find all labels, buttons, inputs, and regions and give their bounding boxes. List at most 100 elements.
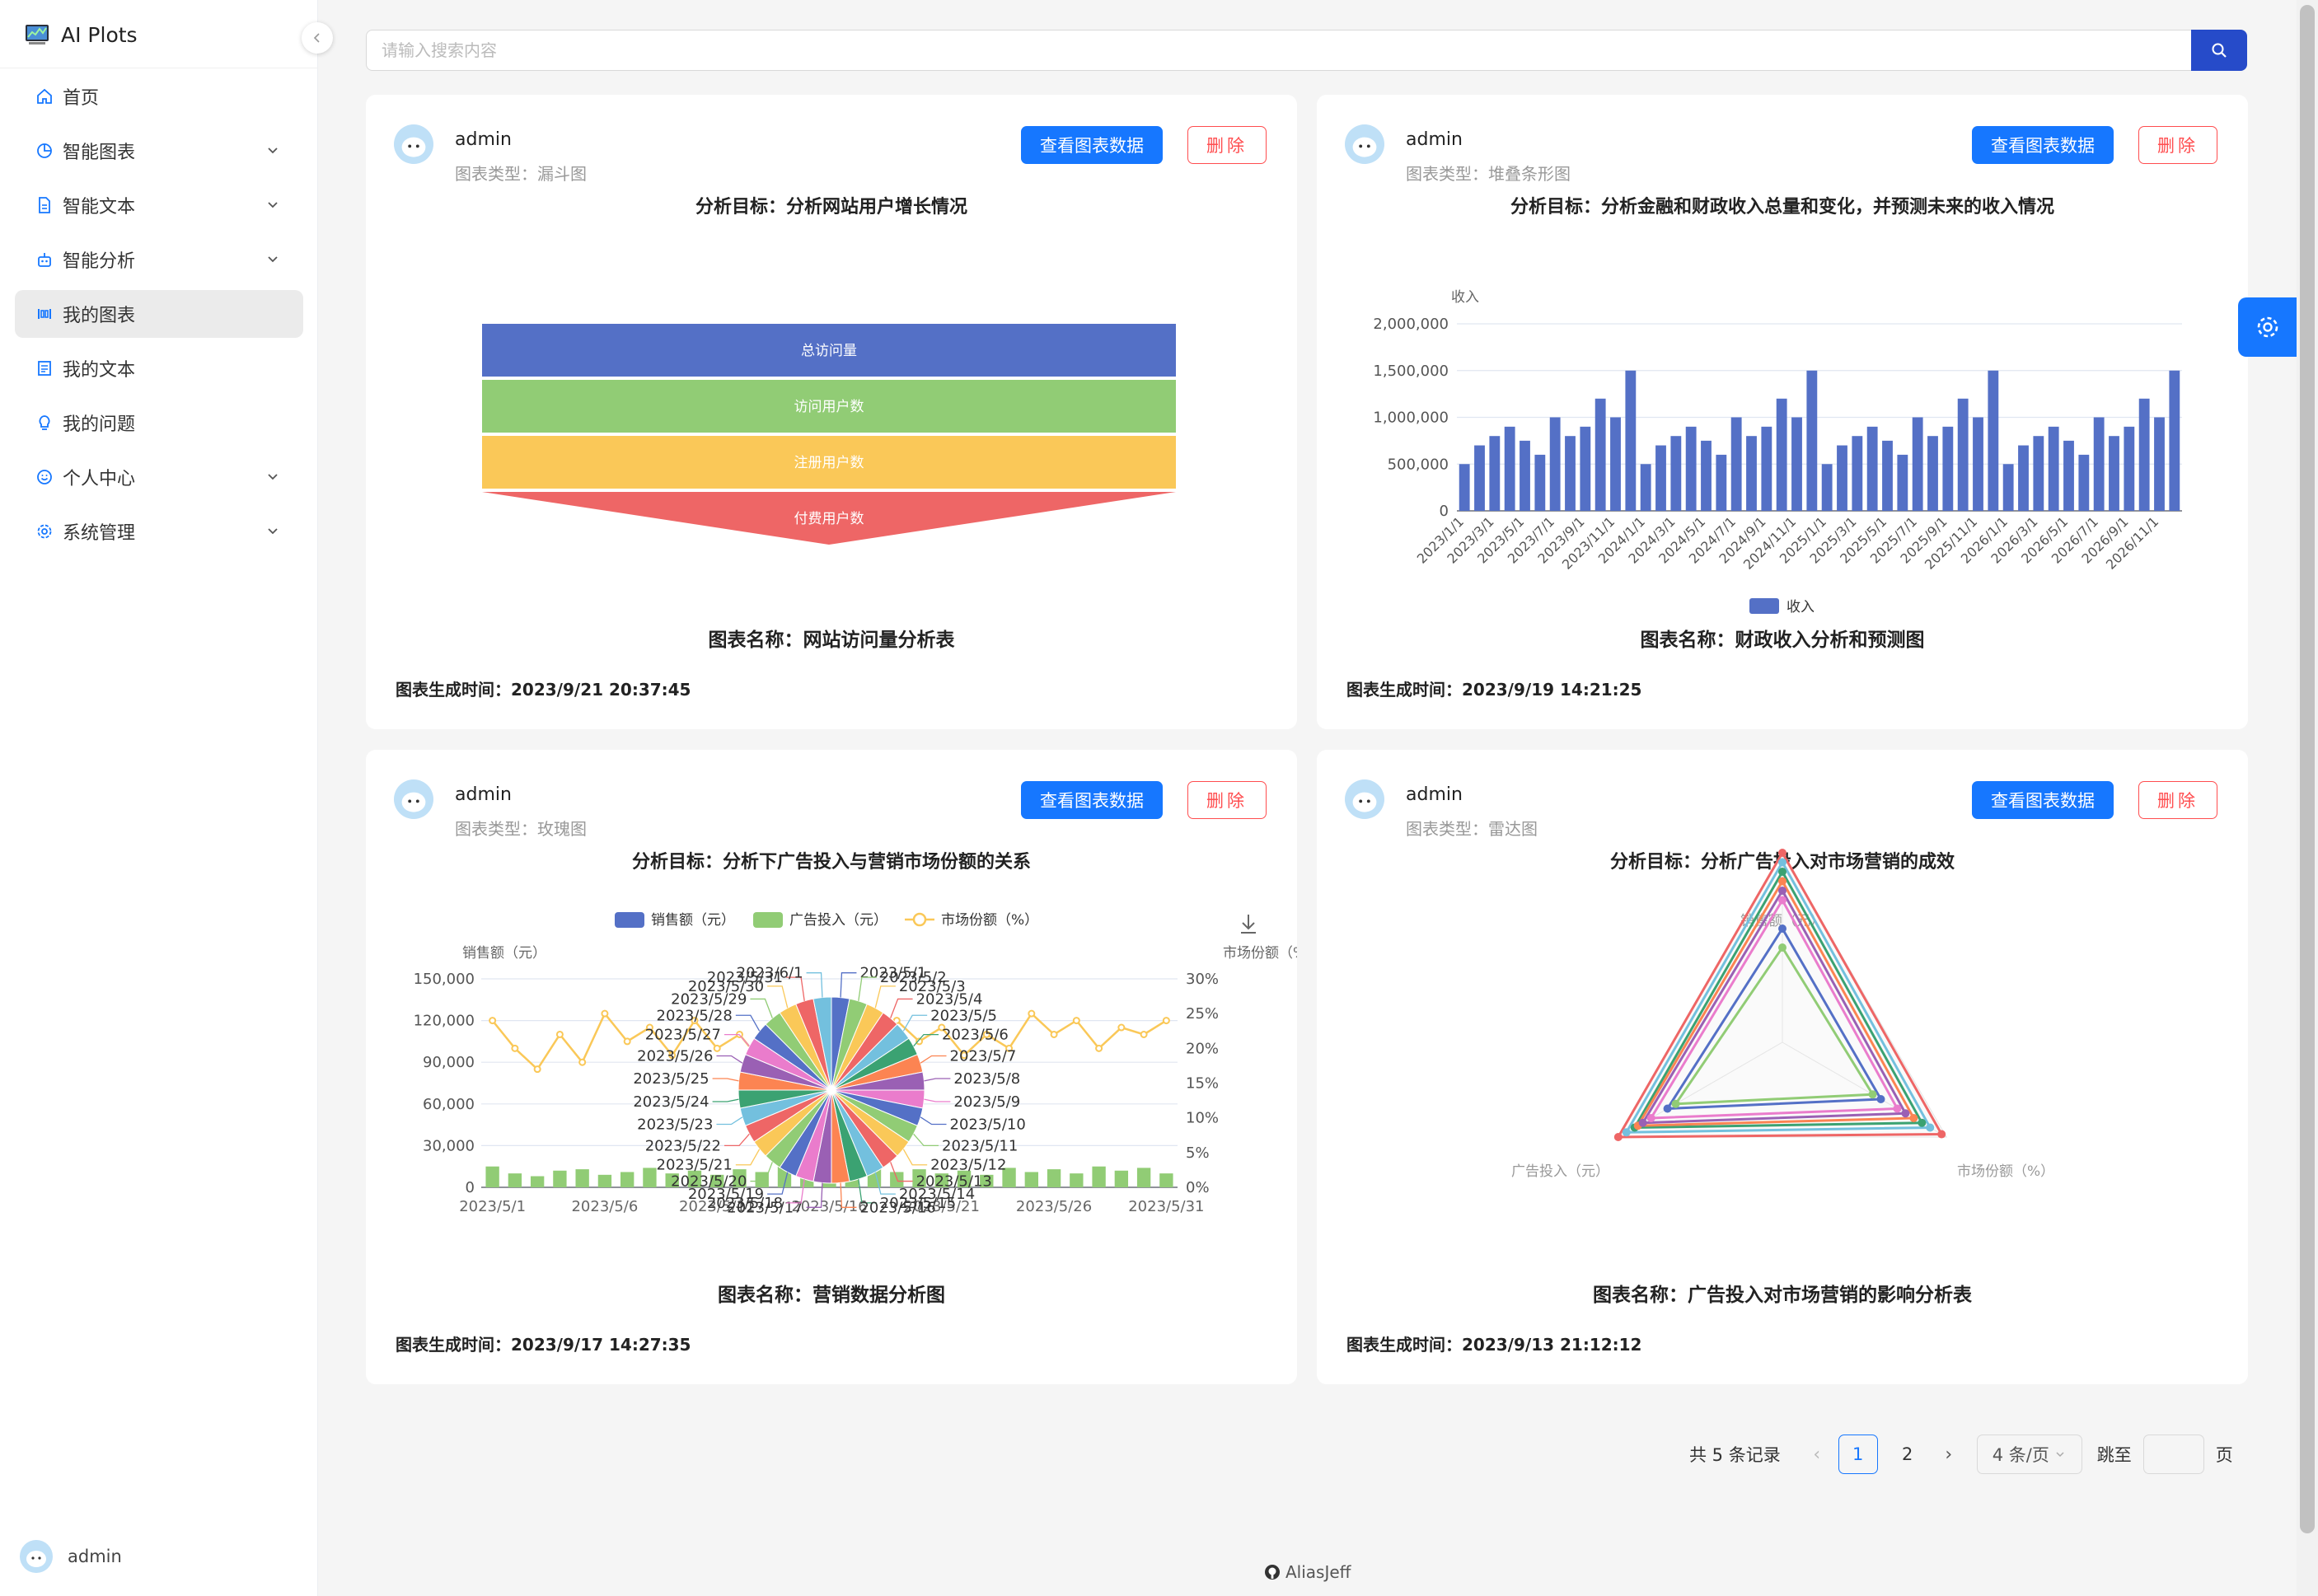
y-tick-label: 30,000 [423,1137,475,1154]
gear-icon [2257,316,2278,338]
page-2-button[interactable]: 2 [1888,1435,1927,1474]
search-button[interactable] [2191,30,2247,71]
funnel-label: 总访问量 [801,343,857,359]
page-1-button[interactable]: 1 [1838,1435,1878,1474]
profile-icon [35,358,54,378]
line-point [623,1037,631,1046]
sidebar-item-my-charts[interactable]: 我的图表 [15,290,303,338]
sidebar-username: admin [68,1547,122,1566]
pie-leader [840,972,857,998]
chart-name: 图表名称：广告投入对市场营销的影响分析表 [1593,1285,1972,1306]
y-axis-right-label: 市场份额（%） [1223,945,1297,962]
jump-page-input[interactable] [2142,1435,2204,1474]
chevron-down-icon [268,147,278,154]
sidebar-user[interactable]: admin [20,1540,122,1573]
sidebar-item-label: 个人中心 [63,469,136,489]
legend-label: 收入 [1786,599,1815,615]
pie-label: 2023/5/21 [657,1157,733,1174]
pie-label: 2023/5/11 [942,1137,1018,1154]
pie-label: 2023/5/20 [671,1173,747,1191]
bar [2018,445,2029,511]
pie-label: 2023/5/28 [657,1007,733,1024]
pie-leader [924,1098,951,1102]
legend-label: 销售额（元） [651,912,735,929]
scroll-thumb[interactable] [2300,5,2315,1533]
bar [2063,440,2074,511]
bar [508,1173,522,1187]
bar [2124,426,2135,511]
pie-leader [890,998,913,1018]
footer-author: AliasJeff [1285,1562,1351,1582]
funnel-label: 访问用户数 [794,399,864,415]
radar-indicator: 广告投入（元） [1511,1163,1609,1180]
line-point [1095,1044,1103,1052]
chart-name: 图表名称：营销数据分析图 [718,1285,945,1306]
y-tick-label: 2,000,000 [1373,316,1449,333]
bar [2109,436,2119,511]
bar [553,1170,567,1187]
bar [1927,436,1938,511]
pie-leader [920,1116,947,1126]
footer[interactable]: AliasJeff [1264,1562,1351,1582]
sidebar-item-my-questions[interactable]: 我的问题 [15,399,303,447]
sidebar-item-smart-analysis[interactable]: 智能分析 [15,236,303,283]
chart-card: admin 图表类型：雷达图 查看图表数据 删除 分析目标：分析广告投入对市场营… [1317,750,2248,1384]
pie-label: 2023/5/25 [633,1070,709,1088]
y-tick-label: 500,000 [1388,456,1449,473]
y-tick-label: 1,000,000 [1373,410,1449,427]
bar [1746,436,1757,511]
sidebar-nav: 首页 智能图表 智能文本 智能分析 我的图表 我的文本 我的问题 个人中心 系统… [15,73,303,562]
setting-icon [35,522,54,541]
legend-swatch [615,912,644,928]
sidebar-item-home[interactable]: 首页 [15,73,303,120]
sidebar: AI Plots 首页 智能图表 智能文本 智能分析 我的图表 我的文本 我的问… [0,0,318,1596]
bar [1761,426,1772,511]
sidebar-item-smart-chart[interactable]: 智能图表 [15,127,303,175]
pie-label: 2023/5/26 [637,1047,713,1065]
sidebar-item-smart-text[interactable]: 智能文本 [15,181,303,229]
y-tick-label: 1,500,000 [1373,363,1449,380]
sidebar-item-my-text[interactable]: 我的文本 [15,344,303,392]
pie-label: 2023/5/5 [930,1007,997,1024]
bar [1489,436,1501,511]
sidebar-item-system[interactable]: 系统管理 [15,508,303,555]
settings-drawer-button[interactable] [2238,297,2297,357]
bar [530,1176,545,1187]
pie-leader [913,1133,939,1147]
legend-label: 广告投入（元） [789,912,887,929]
pagination: 共 5 条记录 ‹ 1 2 › 4 条/页 跳至 页 [1689,1435,2233,1474]
chart-name: 图表名称：网站访问量分析表 [708,630,955,651]
collapse-sidebar-button[interactable] [302,22,333,54]
y-right-tick-label: 20% [1186,1040,1219,1057]
pie-leader [712,1078,739,1082]
radar-indicator: 市场份额（%） [1957,1163,2054,1180]
pie-leader [874,985,896,1009]
radar-point [1778,877,1786,886]
bar [1685,426,1697,511]
line-point [489,1017,497,1025]
sidebar-item-profile[interactable]: 个人中心 [15,453,303,501]
app-title: AI Plots [61,22,138,47]
page-size-select[interactable]: 4 条/页 [1976,1435,2082,1474]
scrollbar[interactable] [2297,0,2318,1596]
pie-leader [735,1149,761,1166]
search-input[interactable] [366,30,2191,71]
brand[interactable]: AI Plots [25,20,138,49]
pie-label: 2023/5/10 [950,1116,1026,1134]
pie-label: 2023/6/1 [737,965,803,982]
bar [1092,1166,1106,1187]
line-point [713,1044,721,1052]
sidebar-item-label: 我的文本 [63,360,136,381]
x-tick-label: 2023/5/1 [459,1198,526,1215]
prev-page-button[interactable]: ‹ [1801,1444,1833,1465]
next-page-button[interactable]: › [1932,1444,1965,1465]
bar [1459,464,1470,511]
bar [1610,417,1621,511]
radar-point [1778,849,1786,857]
radar-point [1778,896,1786,905]
bar [2048,426,2059,511]
radar-point [1663,1104,1672,1113]
bar [620,1172,635,1187]
jump-label: 跳至 [2096,1445,2132,1465]
pie-leader [723,1133,750,1147]
